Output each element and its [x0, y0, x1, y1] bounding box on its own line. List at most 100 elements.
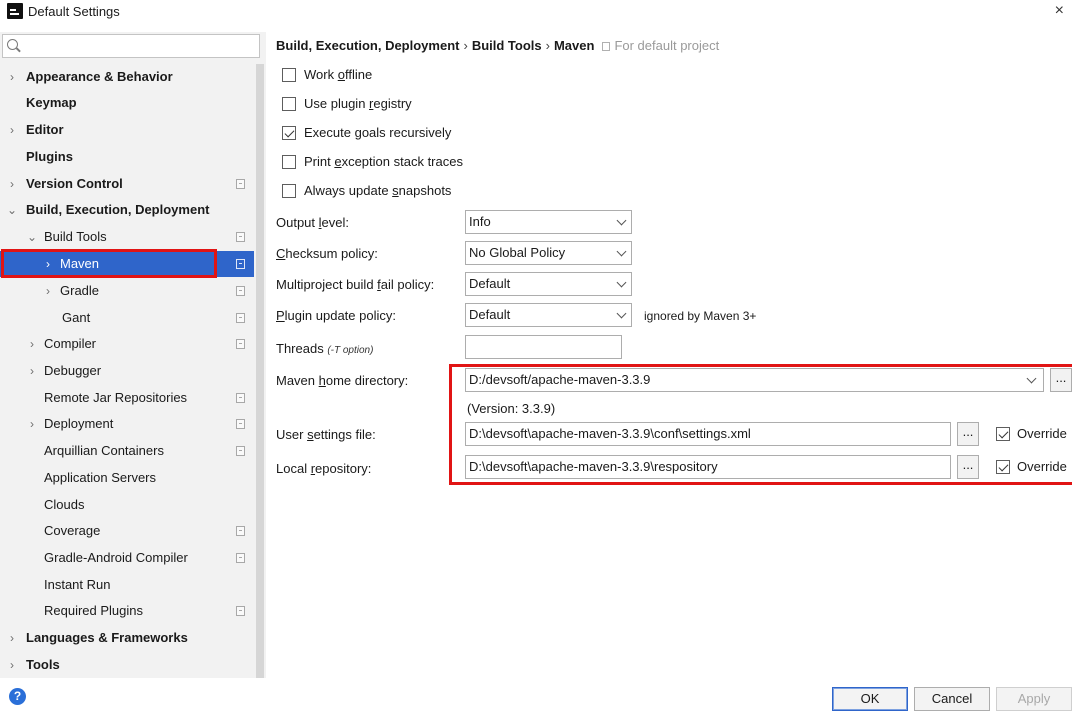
project-scope-icon	[236, 606, 245, 616]
help-icon[interactable]: ?	[9, 688, 26, 705]
plugin-update-note: ignored by Maven 3+	[644, 309, 757, 323]
work-offline-checkbox[interactable]	[282, 68, 296, 82]
always-update-snapshots-label: Always update snapshots	[304, 183, 452, 198]
local-repository-input[interactable]: D:\devsoft\apache-maven-3.3.9\respositor…	[465, 455, 951, 479]
breadcrumb: Build, Execution, Deployment › Build Tools…	[276, 38, 719, 53]
use-plugin-registry-label: Use plugin registry	[304, 96, 412, 111]
chevron-down-icon	[616, 277, 627, 288]
sidebar-item-debugger[interactable]: › Debugger	[0, 358, 254, 384]
project-scope-icon	[236, 419, 245, 429]
cancel-button[interactable]: Cancel	[914, 687, 990, 711]
window-title: Default Settings	[28, 4, 120, 19]
output-level-label: Output level:	[276, 215, 349, 230]
checksum-policy-select[interactable]: No Global Policy	[465, 241, 632, 265]
maven-home-directory-combo[interactable]: D:/devsoft/apache-maven-3.3.9	[465, 368, 1044, 392]
maven-home-directory-value: D:/devsoft/apache-maven-3.3.9	[469, 372, 651, 387]
chevron-right-icon[interactable]: ›	[6, 171, 18, 197]
project-scope-icon	[236, 232, 245, 242]
checksum-policy-value: No Global Policy	[469, 245, 566, 260]
user-settings-browse-button[interactable]: ...	[957, 422, 979, 446]
chevron-right-icon[interactable]: ›	[6, 625, 18, 651]
sidebar-item-required-plugins[interactable]: Required Plugins	[0, 598, 254, 624]
sidebar-item-label: Coverage	[44, 523, 101, 538]
sidebar-item-editor[interactable]: › Editor	[0, 117, 254, 143]
chevron-right-icon[interactable]: ›	[6, 652, 18, 678]
multiproject-fail-policy-select[interactable]: Default	[465, 272, 632, 296]
sidebar-item-label: Remote Jar Repositories	[44, 390, 188, 405]
sidebar-item-compiler[interactable]: › Compiler	[0, 331, 254, 357]
sidebar-item-deployment[interactable]: › Deployment	[0, 411, 254, 437]
sidebar-item-gant[interactable]: Gant	[0, 305, 254, 331]
print-exception-stack-traces-checkbox[interactable]	[282, 155, 296, 169]
sidebar-item-coverage[interactable]: Coverage	[0, 518, 254, 544]
chevron-right-icon[interactable]: ›	[42, 278, 54, 304]
search-input[interactable]	[2, 34, 260, 58]
sidebar-item-languages-frameworks[interactable]: › Languages & Frameworks	[0, 625, 254, 651]
sidebar-item-label: Languages & Frameworks	[26, 630, 188, 645]
use-plugin-registry-checkbox[interactable]	[282, 97, 296, 111]
sidebar-item-appearance-behavior[interactable]: › Appearance & Behavior	[0, 64, 254, 90]
threads-hint: (-T option)	[327, 345, 374, 356]
sidebar-item-label: Gradle-Android Compiler	[44, 550, 188, 565]
execute-goals-recursively-label: Execute goals recursively	[304, 125, 452, 140]
sidebar-item-label: Plugins	[26, 149, 73, 164]
chevron-right-icon[interactable]: ›	[26, 331, 38, 357]
sidebar-item-clouds[interactable]: Clouds	[0, 492, 254, 518]
execute-goals-recursively-checkbox[interactable]	[282, 126, 296, 140]
local-repository-override-checkbox[interactable]	[996, 460, 1010, 474]
sidebar-item-build-tools[interactable]: ⌄ Build Tools	[0, 224, 254, 250]
sidebar-item-label: Application Servers	[44, 470, 156, 485]
sidebar-item-label: Instant Run	[44, 577, 111, 592]
chevron-right-icon[interactable]: ›	[42, 251, 54, 277]
sidebar-item-gradle-android-compiler[interactable]: Gradle-Android Compiler	[0, 545, 254, 571]
sidebar-item-tools[interactable]: › Tools	[0, 652, 254, 678]
chevron-down-icon[interactable]: ⌄	[26, 224, 38, 250]
chevron-right-icon[interactable]: ›	[26, 358, 38, 384]
user-settings-override-option[interactable]: Override	[996, 425, 1072, 445]
local-repository-browse-button[interactable]: ...	[957, 455, 979, 479]
sidebar-item-remote-jar-repositories[interactable]: Remote Jar Repositories	[0, 385, 254, 411]
threads-input[interactable]	[465, 335, 622, 359]
project-scope-icon	[236, 286, 245, 296]
chevron-down-icon[interactable]: ⌄	[6, 197, 18, 223]
sidebar-item-application-servers[interactable]: Application Servers	[0, 465, 254, 491]
chevron-down-icon	[616, 215, 627, 226]
sidebar-scrollbar[interactable]	[256, 64, 264, 710]
sidebar-item-label: Gradle	[60, 283, 100, 298]
ok-button[interactable]: OK	[832, 687, 908, 711]
user-settings-file-label: User settings file:	[276, 427, 376, 442]
always-update-snapshots-checkbox[interactable]	[282, 184, 296, 198]
override-label: Override	[1017, 459, 1067, 474]
maven-home-browse-button[interactable]: ...	[1050, 368, 1072, 392]
chevron-right-icon[interactable]: ›	[6, 64, 18, 90]
local-repository-override-option[interactable]: Override	[996, 458, 1072, 478]
user-settings-file-input[interactable]: D:\devsoft\apache-maven-3.3.9\conf\setti…	[465, 422, 951, 446]
sidebar-item-keymap[interactable]: Keymap	[0, 90, 254, 116]
sidebar-item-plugins[interactable]: Plugins	[0, 144, 254, 170]
sidebar-item-gradle[interactable]: › Gradle	[0, 278, 254, 304]
project-scope-icon	[236, 393, 245, 403]
plugin-update-policy-select[interactable]: Default	[465, 303, 632, 327]
sidebar-item-label: Required Plugins	[44, 603, 144, 618]
scope-label: For default project	[602, 38, 719, 53]
user-settings-override-checkbox[interactable]	[996, 427, 1010, 441]
local-repository-label: Local repository:	[276, 461, 372, 476]
sidebar-item-version-control[interactable]: › Version Control	[0, 171, 254, 197]
output-level-select[interactable]: Info	[465, 210, 632, 234]
apply-button[interactable]: Apply	[996, 687, 1072, 711]
sidebar-item-label: Appearance & Behavior	[26, 69, 173, 84]
chevron-right-icon[interactable]: ›	[6, 117, 18, 143]
sidebar-item-instant-run[interactable]: Instant Run	[0, 572, 254, 598]
chevron-right-icon[interactable]: ›	[26, 411, 38, 437]
close-icon[interactable]: ×	[1055, 2, 1064, 20]
dialog-button-bar: ? OK Cancel Apply	[0, 678, 1072, 718]
multiproject-fail-policy-value: Default	[469, 276, 511, 291]
project-scope-icon	[236, 526, 245, 536]
sidebar-item-build-execution-deployment[interactable]: ⌄ Build, Execution, Deployment	[0, 197, 254, 223]
sidebar-item-maven[interactable]: › Maven	[0, 251, 254, 277]
project-scope-icon	[236, 553, 245, 563]
sidebar-item-label: Tools	[26, 657, 60, 672]
breadcrumb-separator: ›	[545, 38, 550, 53]
sidebar-item-arquillian-containers[interactable]: Arquillian Containers	[0, 438, 254, 464]
breadcrumb-item: Build, Execution, Deployment	[276, 38, 460, 53]
